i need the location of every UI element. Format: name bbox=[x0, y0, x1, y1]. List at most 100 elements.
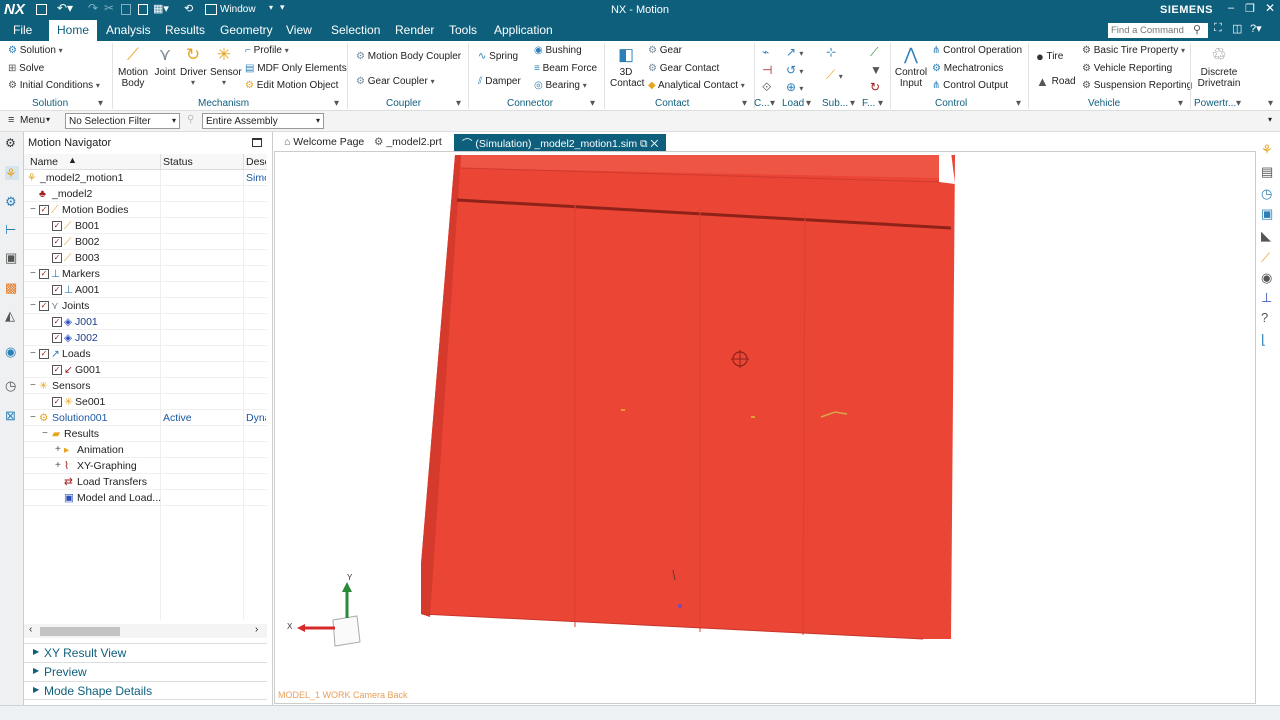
minimize-icon[interactable]: – bbox=[1228, 2, 1234, 14]
visibility-checkbox[interactable]: ✓ bbox=[52, 317, 62, 327]
tree-row-j002[interactable]: ✓ ◈ J002 bbox=[24, 330, 267, 346]
menu-geometry[interactable]: Geometry bbox=[220, 23, 273, 37]
vehicle-group-chevron-icon[interactable]: ▾ bbox=[1178, 98, 1183, 109]
customize-icon[interactable]: ▾ bbox=[280, 2, 285, 13]
visibility-checkbox[interactable]: ✓ bbox=[52, 221, 62, 231]
tab-model2-prt[interactable]: ⚙ _model2.prt bbox=[366, 134, 450, 151]
roles-icon[interactable]: ⌊ bbox=[1261, 332, 1276, 347]
gear-coupler-button[interactable]: ⚙ Gear Coupler ▾ bbox=[356, 76, 435, 87]
joint-button[interactable]: ⋎ Joint bbox=[152, 45, 178, 78]
tree-row-loads[interactable]: − ✓ ↗ Loads bbox=[24, 346, 267, 362]
menu-button[interactable]: Menu bbox=[20, 115, 45, 126]
assembly-scope-dropdown[interactable]: Entire Assembly ▾ bbox=[202, 113, 324, 129]
undo-icon[interactable]: ↶▾ bbox=[57, 1, 73, 15]
damper-button[interactable]: ⫽ Damper bbox=[478, 76, 521, 87]
help-icon[interactable]: ?▾ bbox=[1250, 22, 1262, 35]
column-desc-header[interactable]: Desc bbox=[246, 156, 266, 168]
part-icon[interactable]: ▣ bbox=[1261, 206, 1276, 221]
csys-icon[interactable]: ⊥ bbox=[1261, 290, 1276, 305]
profile-button[interactable]: ⌐ Profile ▾ bbox=[245, 45, 289, 56]
visibility-checkbox[interactable]: ✓ bbox=[39, 205, 49, 215]
help-circle-icon[interactable]: ? bbox=[1261, 310, 1276, 325]
tab-close-icon[interactable]: ✕ bbox=[650, 138, 658, 150]
driver-chevron-down-icon[interactable]: ▾ bbox=[180, 78, 206, 87]
tree-row-simulation[interactable]: ⚘ _model2_motion1 Simc bbox=[24, 170, 267, 186]
road-button[interactable]: ▲ Road bbox=[1036, 74, 1076, 89]
menu-analysis[interactable]: Analysis bbox=[106, 23, 151, 37]
collapse-icon[interactable]: − bbox=[30, 268, 36, 279]
f-icon-3[interactable]: ↻ bbox=[870, 80, 880, 94]
panel-xy-result-view[interactable]: ▶ XY Result View bbox=[24, 643, 267, 662]
tree-row-motion-bodies[interactable]: − ✓ ⟋ Motion Bodies bbox=[24, 202, 267, 218]
process-studio-icon[interactable]: ⊠ bbox=[5, 408, 19, 423]
history-icon[interactable]: ◷ bbox=[5, 378, 19, 393]
expand-icon[interactable]: + bbox=[55, 444, 61, 455]
tab-undock-icon[interactable]: ⧉ bbox=[640, 138, 648, 150]
hd3d-tools-icon[interactable]: ◭ bbox=[5, 308, 19, 323]
tree-row-b003[interactable]: ✓ ⟋ B003 bbox=[24, 250, 267, 266]
measure-icon[interactable]: ⟋ bbox=[1261, 250, 1276, 265]
sub-icon-1[interactable]: ⊹ bbox=[826, 45, 836, 59]
paste-icon[interactable] bbox=[138, 4, 148, 15]
menu-results[interactable]: Results bbox=[165, 23, 205, 37]
close-icon[interactable]: ✕ bbox=[1265, 1, 1275, 15]
navigator-maximize-icon[interactable] bbox=[252, 138, 262, 147]
menu-application[interactable]: Application bbox=[494, 23, 553, 37]
vehicle-reporting-button[interactable]: ⚙ Vehicle Reporting bbox=[1082, 63, 1172, 74]
load-group-chevron-icon[interactable]: ▾ bbox=[806, 98, 811, 109]
save-icon[interactable] bbox=[36, 4, 47, 15]
visibility-checkbox[interactable]: ✓ bbox=[52, 237, 62, 247]
f-icon-2[interactable]: ▼ bbox=[870, 63, 882, 77]
beam-force-button[interactable]: ≡ Beam Force bbox=[534, 63, 597, 74]
3d-contact-button[interactable]: ◧ 3D Contact bbox=[610, 45, 644, 89]
search-icon[interactable]: ⚲ bbox=[1193, 23, 1201, 36]
motion-navigator-icon[interactable]: ⚘ bbox=[5, 166, 19, 181]
copy-icon[interactable] bbox=[121, 4, 131, 15]
basic-tire-property-button[interactable]: ⚙ Basic Tire Property ▾ bbox=[1082, 45, 1185, 56]
contact-group-chevron-icon[interactable]: ▾ bbox=[742, 98, 747, 109]
cut-icon[interactable]: ✂ bbox=[104, 1, 114, 15]
coupler-group-chevron-icon[interactable]: ▾ bbox=[456, 98, 461, 109]
window-menu[interactable]: Window bbox=[220, 4, 256, 15]
column-name-header[interactable]: Name bbox=[30, 156, 58, 168]
collapse-icon[interactable]: − bbox=[42, 428, 48, 439]
menu-file[interactable]: File bbox=[13, 23, 32, 37]
tree-row-model[interactable]: ♣ _model2 bbox=[24, 186, 267, 202]
fullscreen-icon[interactable]: ⛶ bbox=[1214, 22, 1222, 35]
mdf-only-elements-button[interactable]: ▤ MDF Only Elements bbox=[245, 63, 347, 74]
constraint-icon-2[interactable]: ⊣ bbox=[762, 63, 772, 77]
load-icon-3[interactable]: ⊕ ▾ bbox=[786, 80, 803, 94]
tree-row-load-transfers[interactable]: ⇄ Load Transfers bbox=[24, 474, 267, 490]
tab-simulation[interactable]: ⌒ (Simulation) _model2_motion1.sim ⧉ ✕ bbox=[454, 134, 667, 151]
tree-row-markers[interactable]: − ✓ ⊥ Markers bbox=[24, 266, 267, 282]
sub-icon-2[interactable]: ⟋ ▾ bbox=[826, 67, 843, 83]
tree-row-joints[interactable]: − ✓ ⋎ Joints bbox=[24, 298, 267, 314]
visibility-checkbox[interactable]: ✓ bbox=[52, 333, 62, 343]
expand-icon[interactable]: + bbox=[55, 460, 61, 471]
assembly-navigator-icon[interactable]: ⊢ bbox=[5, 222, 19, 237]
play-icon[interactable]: ◷ bbox=[1261, 186, 1276, 201]
solution-button[interactable]: ⚙ Solution ▾ bbox=[8, 45, 63, 56]
scroll-right-icon[interactable]: › bbox=[255, 624, 258, 635]
constraints-group-chevron-icon[interactable]: ▾ bbox=[770, 98, 775, 109]
bearing-button[interactable]: ◎ Bearing ▾ bbox=[534, 80, 587, 91]
menu-chevron-down-icon[interactable]: ▾ bbox=[46, 115, 50, 124]
visibility-checkbox[interactable]: ✓ bbox=[52, 253, 62, 263]
tree-row-se001[interactable]: ✓ ✳ Se001 bbox=[24, 394, 267, 410]
collapse-icon[interactable]: − bbox=[30, 348, 36, 359]
visibility-icon[interactable]: ◉ bbox=[1261, 270, 1276, 285]
spring-button[interactable]: ∿ Spring bbox=[478, 51, 518, 62]
visibility-checkbox[interactable]: ✓ bbox=[39, 349, 49, 359]
sensor-chevron-down-icon[interactable]: ▾ bbox=[210, 78, 238, 87]
gear-contact-button[interactable]: ⚙ Gear Contact bbox=[648, 63, 719, 74]
column-status-header[interactable]: Status bbox=[163, 156, 193, 168]
connector-group-chevron-icon[interactable]: ▾ bbox=[590, 98, 595, 109]
control-input-button[interactable]: ⋀ Control Input bbox=[894, 45, 928, 89]
menu-render[interactable]: Render bbox=[395, 23, 434, 37]
cube-icon[interactable]: ◫ bbox=[1232, 22, 1242, 35]
tree-row-results[interactable]: − ▰ Results bbox=[24, 426, 267, 442]
tab-welcome-page[interactable]: ⌂ Welcome Page bbox=[276, 134, 372, 151]
properties-icon[interactable]: ▤ bbox=[1261, 164, 1276, 179]
tree-row-b001[interactable]: ✓ ⟋ B001 bbox=[24, 218, 267, 234]
selection-filter-dropdown[interactable]: No Selection Filter ▾ bbox=[65, 113, 180, 129]
